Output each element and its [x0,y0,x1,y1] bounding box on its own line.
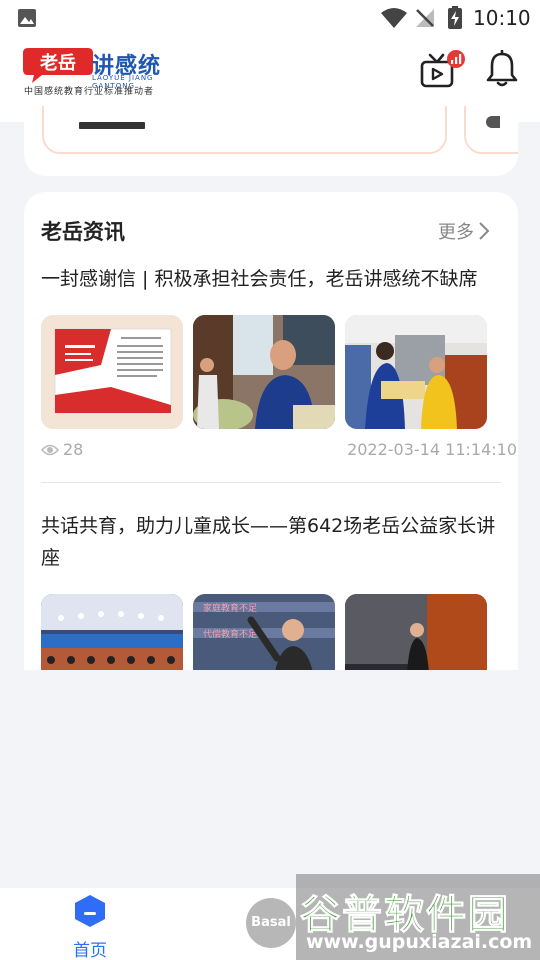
article-title[interactable]: 共话共育，助力儿童成长——第642场老岳公益家长讲座 [41,510,503,574]
nav-center-button[interactable]: Basal [246,898,296,948]
thank-you-letter-image [41,315,183,429]
section-title: 老岳资讯 [41,220,125,244]
featured-item-image [79,122,145,129]
article-date: 2022-03-14 11:14:10 [347,440,517,459]
featured-item-next[interactable] [464,106,518,154]
live-tv-button[interactable] [418,50,468,88]
logo-slogan: 中国感统教育行业标准推动者 [24,87,155,97]
watermark-url: www.gupuxiazai.com [306,931,533,953]
stage-photo [345,594,487,670]
featured-item-next-image [486,116,500,128]
article-thumbnail [41,594,183,670]
lecture-hall-photo [41,594,183,670]
battery-icon [448,6,462,29]
notification-button[interactable] [484,49,520,88]
donation-photo [345,315,487,429]
svg-text:家庭教育不足: 家庭教育不足 [203,602,257,614]
article-thumbnails[interactable] [41,315,487,429]
app-logo[interactable]: 老岳 讲感统 LAOYUE JIANG GANTONG 中国感统教育行业标准推动… [22,44,182,97]
signal-icon [416,9,434,27]
speaker-photo: 家庭教育不足 代偿教育不足 [193,594,335,670]
article-thumbnail [345,594,487,670]
eye-icon [41,444,59,455]
volunteers-photo [193,315,335,429]
news-section: 老岳资讯 更多 一封感谢信 | 积极承担社会责任，老岳讲感统不缺席 28 202… [24,192,518,670]
featured-item[interactable] [42,106,447,154]
svg-text:代偿教育不足: 代偿教育不足 [203,628,257,640]
more-label: 更多 [438,222,474,243]
article-thumbnail: 家庭教育不足 代偿教育不足 [193,594,335,670]
article-thumbnail [193,315,335,429]
view-count-value: 28 [63,440,84,459]
nav-center-label: Basal [251,915,291,930]
status-bar: 10:10 [0,0,540,36]
article-thumbnail [345,315,487,429]
article-meta: 28 2022-03-14 11:14:10 [41,440,517,460]
home-icon [75,895,105,927]
watermark: 谷普软件园 www.gupuxiazai.com [296,874,540,960]
more-button[interactable]: 更多 [438,218,490,244]
divider [41,482,501,483]
article-thumbnail [41,315,183,429]
view-count: 28 [41,440,83,459]
nav-home-label: 首页 [73,941,107,960]
article-thumbnails[interactable]: 家庭教育不足 代偿教育不足 [41,594,487,670]
chevron-right-icon [479,222,490,240]
article-title[interactable]: 一封感谢信 | 积极承担社会责任，老岳讲感统不缺席 [41,263,503,295]
logo-bubble-icon: 老岳 [23,48,93,83]
tv-icon [420,50,465,88]
bell-icon [486,49,518,87]
wifi-icon [381,8,407,28]
logo-red-text: 老岳 [40,52,76,74]
nav-home[interactable]: 首页 [70,894,110,960]
clock: 10:10 [473,6,531,30]
featured-card [24,106,518,176]
gallery-icon [18,9,36,27]
